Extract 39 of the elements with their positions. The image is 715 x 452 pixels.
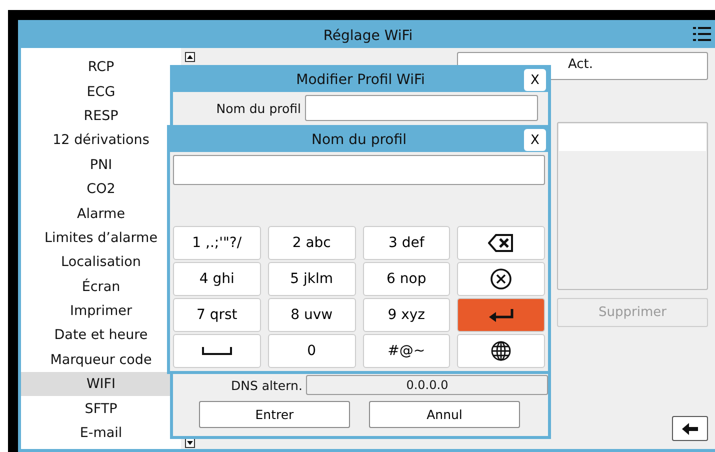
close-button[interactable]: X [524,69,546,91]
input-field[interactable] [305,95,538,121]
backspace-key[interactable] [457,226,545,260]
space-icon [202,347,232,355]
window-title: Réglage WiFi [323,28,413,44]
dialog-button[interactable]: Annul [369,401,520,428]
key[interactable]: 2 abc [268,226,356,260]
menu-button[interactable] [693,26,711,42]
key[interactable]: 5 jklm [268,262,356,296]
key[interactable]: 9 xyz [362,298,450,332]
key[interactable]: #@~ [362,334,450,368]
key[interactable]: 4 ghi [173,262,261,296]
dialog-title: Nom du profil [312,132,406,148]
clear-icon [490,268,512,290]
key[interactable]: 0 [268,334,356,368]
back-button[interactable] [672,416,708,441]
key[interactable]: 7 qrst [173,298,261,332]
dialog-title: Modifier Profil WiFi [296,72,425,88]
field-label: Nom du profil [216,100,301,116]
enter-key[interactable] [457,298,545,332]
globe-key[interactable] [457,334,545,368]
key[interactable]: 8 uvw [268,298,356,332]
field-label: DNS altern. [231,378,302,392]
dialog-button[interactable]: Entrer [199,401,350,428]
scroll-down-button[interactable] [185,438,195,448]
globe-icon [491,341,512,361]
dns-field[interactable]: 0.0.0.0 [306,375,548,395]
close-button[interactable]: X [524,129,546,151]
scroll-up-button[interactable] [185,52,195,62]
enter-icon [488,308,514,322]
backspace-icon [488,234,514,252]
menu-icon [693,26,711,42]
key[interactable]: 6 nop [362,262,450,296]
space-key[interactable] [173,334,261,368]
key[interactable]: 3 def [362,226,450,260]
left-arrow-icon [682,422,698,434]
input-field[interactable] [173,155,545,185]
clear-key[interactable] [457,262,545,296]
key[interactable]: 1 ,.;'"?/ [173,226,261,260]
